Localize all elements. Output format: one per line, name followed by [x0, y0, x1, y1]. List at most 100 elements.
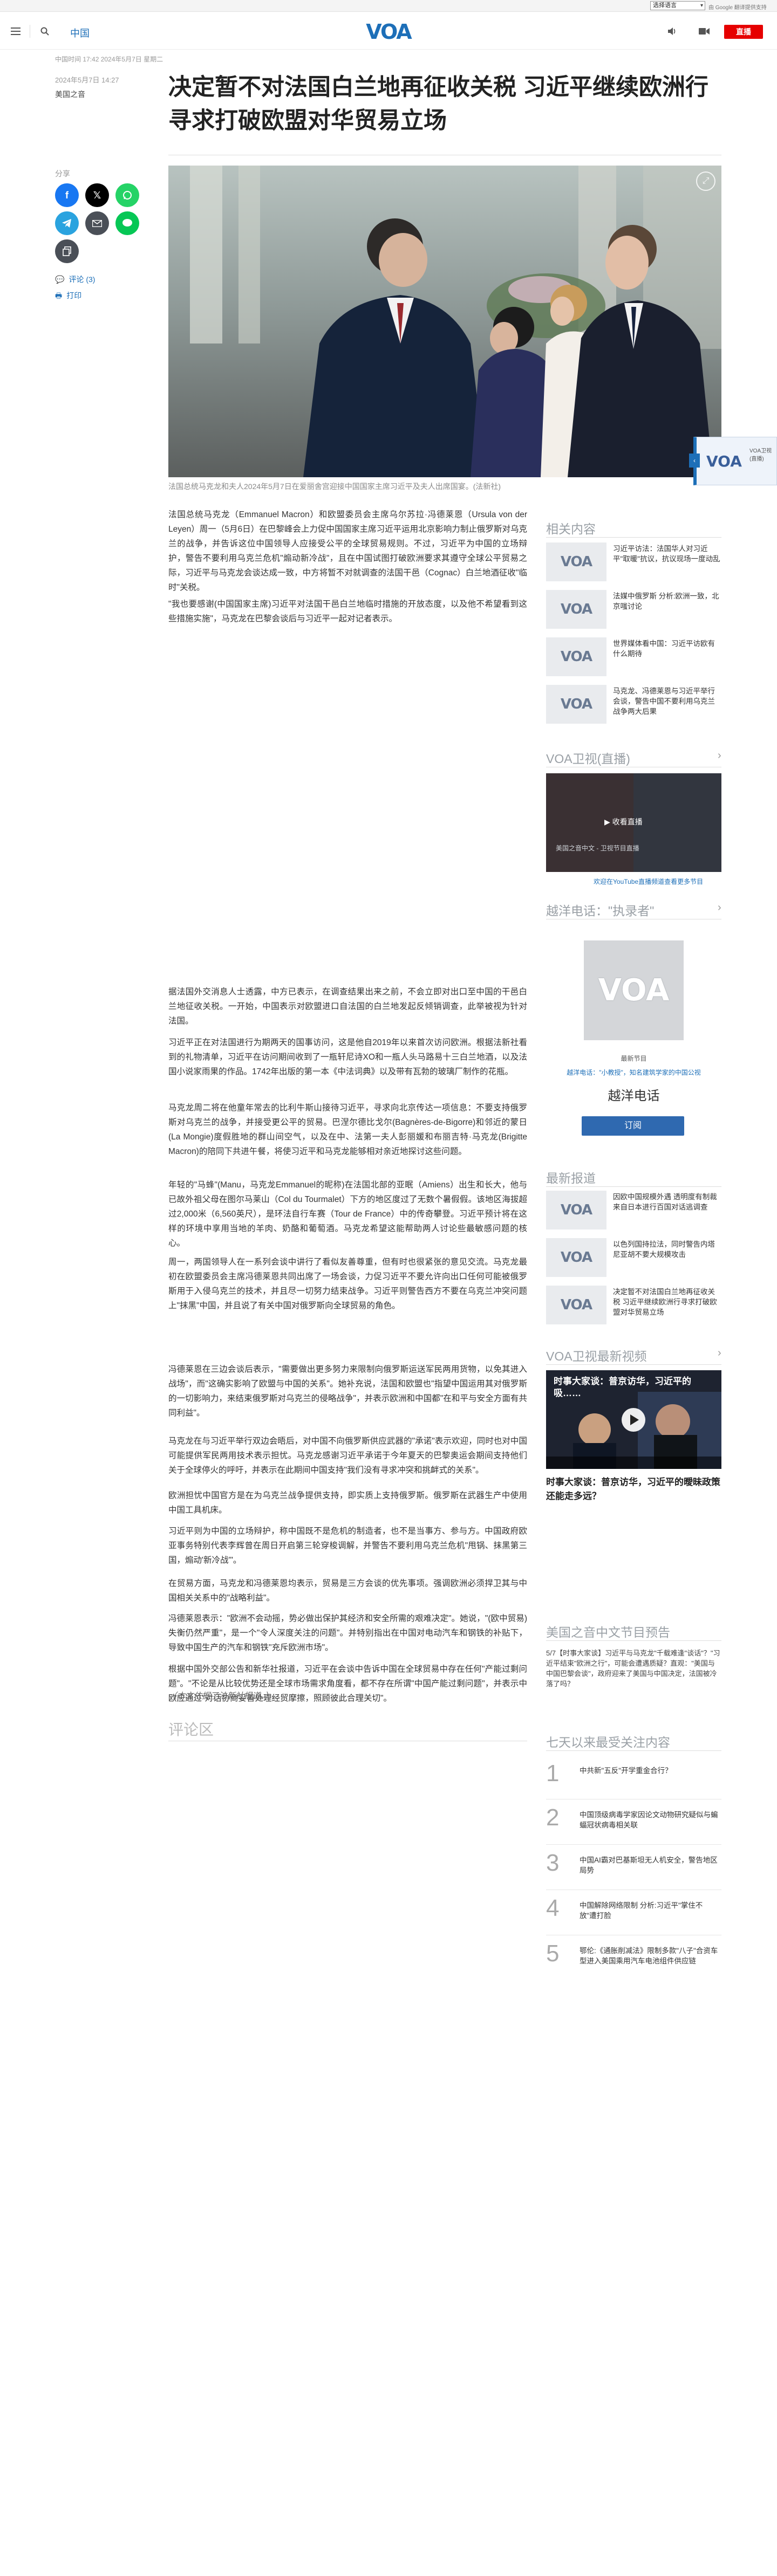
paragraph: 周一，两国领导人在一系列会谈中讲行了看似友善尊重，但有时也很紧张的意见交流。马克…: [168, 1258, 527, 1310]
related-heading: 相关内容: [546, 519, 596, 537]
preview-divider: [546, 1640, 721, 1641]
related-title[interactable]: 习近平访法：法国华人对习近平"取暖"抗议，抗议现场一度动乱: [613, 544, 721, 564]
ranking-heading: 七天以来最受关注内容: [546, 1732, 670, 1750]
ranking-title[interactable]: 中共新"五反"开学重金合行？: [580, 1766, 720, 1776]
related-divider: [546, 537, 721, 538]
tv-player[interactable]: ▶ 收看直播 美国之音中文 - 卫视节目直播: [546, 773, 721, 872]
tv-live-label[interactable]: ▶ 收看直播: [604, 816, 643, 827]
ranking-number: 5: [546, 1940, 560, 1967]
copy-link-icon[interactable]: [55, 239, 79, 263]
latest-item[interactable]: VOA 决定暂不对法国白兰地再征收关税 习近平继续欧洲行寻求打破欧盟对华贸易立场: [546, 1286, 721, 1324]
ranking-item[interactable]: 1 中共新"五反"开学重金合行？: [546, 1760, 721, 1797]
email-icon[interactable]: [85, 211, 109, 235]
ranking-item[interactable]: 4 中国解除网络限制 分析:习近平"掌住不放"遭打脸: [546, 1895, 721, 1932]
tv-subtitle: 美国之音中文 - 卫视节目直播: [556, 844, 639, 852]
section-link[interactable]: 中国: [70, 26, 90, 40]
video-overlay-title: 时事大家谈：普京访华，习近平的吸……: [554, 1376, 691, 1398]
expand-icon[interactable]: ⤢: [696, 171, 715, 191]
voa-logo[interactable]: VOA: [362, 19, 415, 44]
article-title: 决定暂不对法国白兰地再征收关税 习近平继续欧洲行寻求打破欧盟对华贸易立场: [168, 74, 708, 134]
phone-heading[interactable]: 越洋电话："执录者" ›: [546, 901, 721, 919]
comments-link[interactable]: 💬 评论 (3): [55, 274, 95, 285]
floating-live-card[interactable]: ‹ VOA VOA卫视(直播): [689, 437, 777, 485]
telegram-icon[interactable]: [55, 211, 79, 235]
chevron-right-icon: ›: [718, 1347, 721, 1359]
program-description[interactable]: 越洋电话："小教授"，知名建筑学家的中国公视: [546, 1068, 721, 1077]
live-button[interactable]: 直播: [724, 25, 763, 39]
author[interactable]: 美国之音: [55, 89, 85, 100]
video-title[interactable]: 时事大家谈：普京访华，习近平的曖昧政策还能走多远？: [546, 1475, 721, 1503]
paragraph: "我也要感谢(中国国家主席)习近平对法国干邑白兰地临时措施的开放态度，以及他不希…: [168, 600, 527, 623]
thumb-logo: VOA: [560, 696, 592, 712]
related-title[interactable]: 世界媒体看中国：习近平访欧有什么期待: [613, 638, 721, 659]
video-icon[interactable]: [696, 23, 712, 39]
svg-text:VOA: VOA: [366, 20, 412, 43]
print-link-label: 打印: [66, 291, 82, 300]
line-icon[interactable]: [115, 211, 139, 235]
related-item[interactable]: VOA 马克龙、冯德莱恩与习近平举行会谈，警告中国不要利用乌克兰战争两大后果: [546, 685, 721, 724]
translate-credit: 由 Google 翻译提供支持: [708, 5, 767, 11]
paragraph: 年轻的"马蜂"(Manu，马克龙Emmanuel的昵称)在法国北部的亚眠（Ami…: [168, 1180, 527, 1248]
ranking-title[interactable]: 鄂伦:《通胀削减法》限制多款"八子"合资车型进入美国乘用汽车电池组件供应链: [580, 1946, 720, 1966]
ranking-number: 3: [546, 1850, 560, 1876]
preview-heading-label: 美国之音中文节目预告: [546, 1625, 670, 1639]
audio-icon[interactable]: [664, 23, 680, 39]
language-bar: 选择语言 由 Google 翻译提供支持: [0, 0, 777, 12]
thumb-logo: VOA: [560, 1297, 592, 1313]
program-label: 最新节目: [621, 1055, 647, 1062]
chevron-right-icon: ›: [718, 750, 721, 761]
ranking-title[interactable]: 中国AI霸对巴基斯坦无人机安全，警告地区局势: [580, 1855, 720, 1876]
youtube-link[interactable]: 欢迎在YouTube直播频道查看更多节目: [594, 877, 703, 886]
ranking-title[interactable]: 中国顶级病毒学家因论文动物研究疑似与蝙蝠冠状病毒相关联: [580, 1810, 720, 1830]
whatsapp-icon[interactable]: [115, 183, 139, 207]
publish-date: 2024年5月7日 14:27: [55, 76, 119, 84]
print-link[interactable]: 🖶 打印: [55, 290, 81, 303]
language-select[interactable]: 选择语言: [650, 1, 705, 10]
related-title[interactable]: 马克龙、冯德莱恩与习近平举行会谈，警告中国不要利用乌克兰战争两大后果: [613, 686, 721, 717]
comment-icon: 💬: [55, 275, 65, 284]
ranking-title[interactable]: 中国解除网络限制 分析:习近平"掌住不放"遭打脸: [580, 1900, 720, 1921]
latest-title[interactable]: 以色列国持拉法，同时警告内塔尼亚胡不要大规模攻击: [613, 1239, 721, 1260]
ranking-heading-label: 七天以来最受关注内容: [546, 1735, 670, 1749]
program-name: 越洋电话: [608, 1089, 660, 1103]
paragraph: 据法国外交消息人士透露，中方已表示，在调查结果出来之前，不会立即对出口至中国的干…: [168, 987, 527, 1026]
latest-title[interactable]: 因欧中国规模外遇 透明度有制裁来自日本进行百国对话逃调查: [613, 1192, 721, 1212]
facebook-icon[interactable]: f: [55, 183, 79, 207]
video-player[interactable]: 时事大家谈：普京访华，习近平的吸……: [546, 1370, 721, 1469]
paragraph: 习近平正在对法国进行为期两天的国事访问，这是他自2019年以来首次访问欧洲。根据…: [168, 1038, 527, 1076]
latest-title[interactable]: 决定暂不对法国白兰地再征收关税 习近平继续欧洲行寻求打破欧盟对华贸易立场: [613, 1287, 721, 1317]
ranking-item[interactable]: 3 中国AI霸对巴基斯坦无人机安全，警告地区局势: [546, 1850, 721, 1886]
tv-heading-label: VOA卫视(直播): [546, 752, 630, 766]
hero-photo[interactable]: [168, 166, 721, 477]
latest-item[interactable]: VOA 以色列国持拉法，同时警告内塔尼亚胡不要大规模攻击: [546, 1238, 721, 1277]
ranking-divider: [546, 1750, 721, 1751]
related-title[interactable]: 法媒中俄罗斯 分析:欧洲一致，北京嗤讨论: [613, 591, 721, 612]
menu-icon[interactable]: [8, 23, 24, 39]
x-twitter-icon[interactable]: 𝕏: [85, 183, 109, 207]
print-icon: 🖶: [55, 291, 63, 300]
paragraph: 冯德莱恩在三边会谈后表示，"需要做出更多努力来限制向俄罗斯运送军民两用货物，以免…: [168, 1365, 527, 1418]
photo-caption: 法国总统马克龙和夫人2024年5月7日在爱丽舍宫迎接中国国家主席习近平及夫人出席…: [168, 482, 501, 491]
ranking-item[interactable]: 2 中国顶级病毒学家因论文动物研究疑似与蝙蝠冠状病毒相关联: [546, 1804, 721, 1841]
tv-heading[interactable]: VOA卫视(直播) ›: [546, 748, 721, 767]
source-note: （本文依据了法新社报道。）: [168, 1692, 273, 1701]
breadcrumb: 中国时间 17:42 2024年5月7日 星期二: [55, 56, 163, 63]
latest-divider: [546, 1186, 721, 1187]
latest-item[interactable]: VOA 因欧中国规模外遇 透明度有制裁来自日本进行百国对话逃调查: [546, 1191, 721, 1229]
thumb-logo: VOA: [560, 1249, 592, 1266]
ranking-item[interactable]: 5 鄂伦:《通胀削减法》限制多款"八子"合资车型进入美国乘用汽车电池组件供应链: [546, 1940, 721, 1977]
video-heading[interactable]: VOA卫视最新视频 ›: [546, 1346, 721, 1364]
subscribe-button[interactable]: 订阅: [582, 1116, 684, 1136]
related-thumbnail: VOA: [546, 637, 606, 676]
chevron-left-icon[interactable]: ‹: [689, 454, 700, 468]
related-item[interactable]: VOA 世界媒体看中国：习近平访欧有什么期待: [546, 637, 721, 676]
program-thumbnail[interactable]: VOA: [584, 940, 684, 1040]
comments-heading: 评论区: [168, 1721, 214, 1738]
search-icon[interactable]: [37, 23, 53, 39]
ranking-number: 2: [546, 1804, 560, 1831]
related-item[interactable]: VOA 法媒中俄罗斯 分析:欧洲一致，北京嗤讨论: [546, 590, 721, 629]
related-item[interactable]: VOA 习近平访法：法国华人对习近平"取暖"抗议，抗议现场一度动乱: [546, 542, 721, 581]
phone-program-card: VOA 最新节目 越洋电话："小教授"，知名建筑学家的中国公视 越洋电话 订阅: [546, 940, 721, 1151]
related-thumbnail: VOA: [546, 590, 606, 629]
paragraph: 法国总统马克龙（Emmanuel Macron）和欧盟委员会主席乌尔苏拉·冯德莱…: [168, 510, 527, 592]
